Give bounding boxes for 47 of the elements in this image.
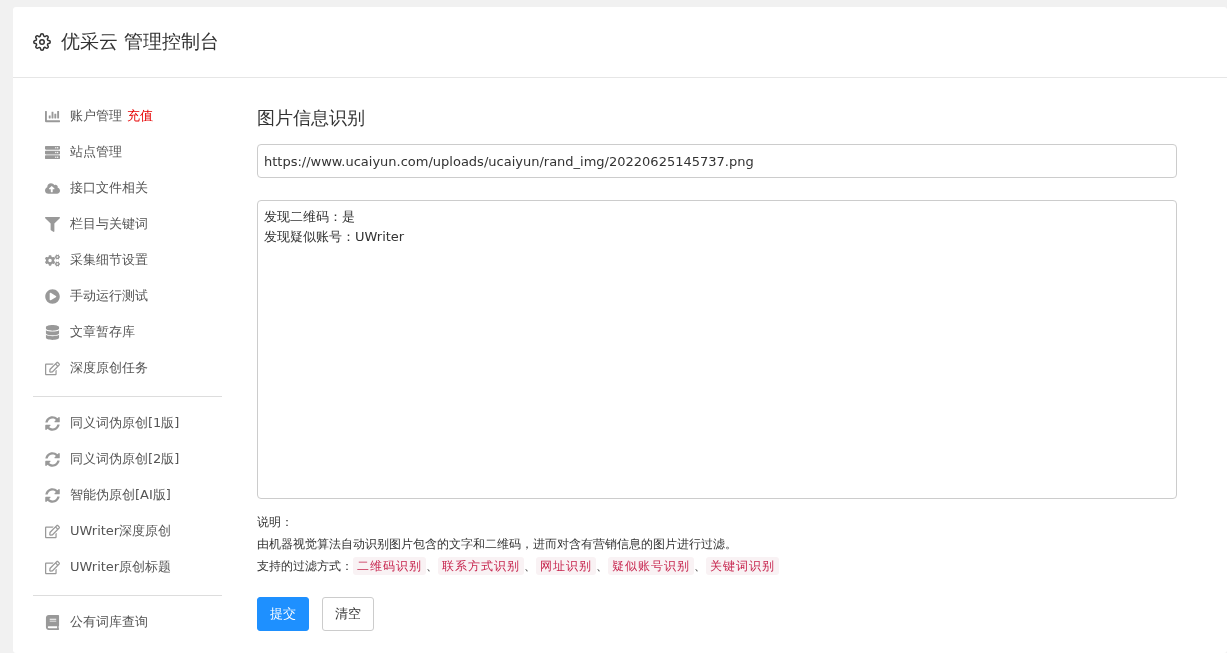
page-title: 优采云 管理控制台 [61, 29, 220, 54]
refresh-icon [45, 451, 60, 467]
sidebar-item[interactable]: 站点管理 [33, 134, 222, 170]
sidebar-item[interactable]: 智能伪原创[AI版] [33, 477, 222, 513]
book-icon [45, 614, 60, 630]
settings-icon [33, 33, 51, 51]
sidebar-item[interactable]: 文章暂存库 [33, 314, 222, 350]
sidebar-item[interactable]: 手动运行测试 [33, 278, 222, 314]
sidebar-item[interactable]: 账户管理 充值 [33, 98, 222, 134]
sidebar-item[interactable]: UWriter深度原创 [33, 513, 222, 549]
sidebar-item[interactable]: 同义词伪原创[1版] [33, 405, 222, 441]
sidebar-item[interactable]: 栏目与关键词 [33, 206, 222, 242]
notes-description: 由机器视觉算法自动识别图片包含的文字和二维码，进而对含有营销信息的图片进行过滤。 [257, 536, 738, 553]
play-icon [45, 288, 60, 304]
recharge-link[interactable]: 充值 [127, 108, 153, 123]
refresh-icon [45, 487, 60, 503]
refresh-icon [45, 415, 60, 431]
result-box[interactable]: 发现二维码：是 发现疑似账号：UWriter [257, 200, 1177, 499]
separator: 、 [524, 559, 536, 573]
separator: 、 [694, 559, 706, 573]
separator: 、 [596, 559, 608, 573]
method-tag: 二维码识别 [353, 557, 426, 575]
section-title: 图片信息识别 [257, 106, 366, 130]
url-field[interactable]: https://www.ucaiyun.com/uploads/ucaiyun/rand_img/20220625145737.png [257, 144, 1177, 178]
notes-heading: 说明： [257, 514, 294, 531]
method-tag: 疑似账号识别 [608, 557, 694, 575]
edit-icon [45, 559, 60, 575]
sidebar-item[interactable]: 采集细节设置 [33, 242, 222, 278]
server-icon [45, 144, 60, 160]
cloud-upload-icon [45, 180, 60, 196]
method-tag: 联系方式识别 [438, 557, 524, 575]
method-tag: 关键词识别 [706, 557, 779, 575]
method-tag: 网址识别 [536, 557, 596, 575]
sidebar-item[interactable]: 深度原创任务 [33, 350, 222, 386]
sidebar-item[interactable]: 接口文件相关 [33, 170, 222, 206]
filter-icon [45, 216, 60, 232]
sidebar-item[interactable]: 公有词库查询 [33, 604, 222, 640]
methods-label: 支持的过滤方式： [257, 559, 353, 573]
edit-icon [45, 523, 60, 539]
sidebar-item[interactable]: 同义词伪原创[2版] [33, 441, 222, 477]
bar-chart-icon [45, 108, 60, 124]
edit-icon [45, 360, 60, 376]
separator: 、 [426, 559, 438, 573]
sidebar-item[interactable]: UWriter原创标题 [33, 549, 222, 585]
database-icon [45, 324, 60, 340]
gears-icon [45, 252, 60, 268]
clear-button[interactable]: 清空 [322, 597, 374, 631]
